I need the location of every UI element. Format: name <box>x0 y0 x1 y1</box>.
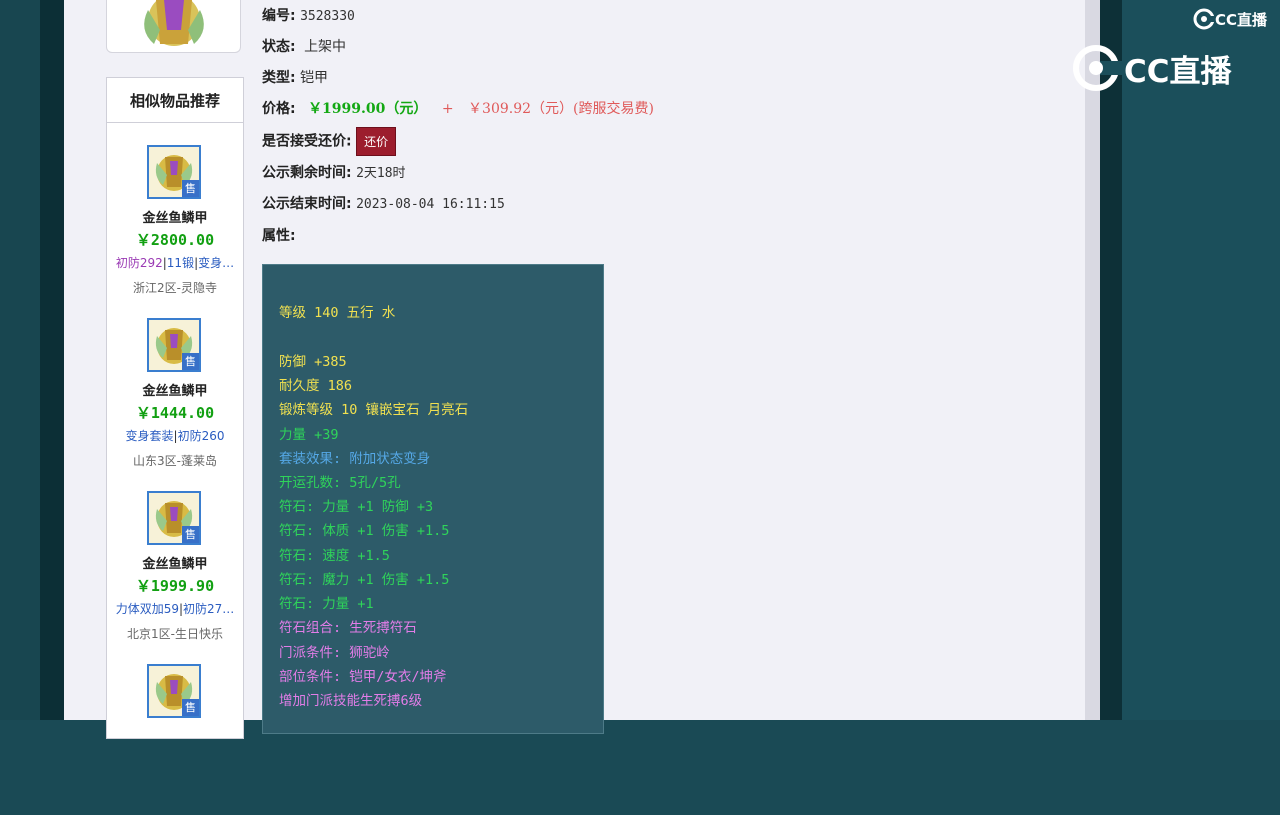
sale-badge: 售 <box>182 526 199 543</box>
id-label: 编号: <box>262 8 296 24</box>
item-thumbnail[interactable]: 售 <box>147 318 201 372</box>
type-label: 类型: <box>262 70 296 86</box>
bargain-label: 是否接受还价: <box>262 133 352 150</box>
list-item[interactable]: 售 <box>107 642 243 815</box>
item-server: 浙江2区-灵隐寺 <box>133 281 217 295</box>
sale-badge: 售 <box>182 180 199 197</box>
left-background <box>0 0 40 720</box>
attr-line: 符石: 力量 +1 防御 +3 <box>279 499 434 515</box>
similar-items-sidebar: 相似物品推荐 售 金丝鱼鳞甲 ￥2800.00 初防292|11锻|变身… 浙江… <box>106 77 244 739</box>
item-thumbnail[interactable]: 售 <box>147 664 201 718</box>
attr-row: 属性: <box>262 225 296 245</box>
remaining-row: 公示剩余时间: 2天18时 <box>262 162 406 182</box>
cc-live-logo-large: CC直播 <box>1070 42 1232 94</box>
item-name[interactable]: 金丝鱼鳞甲 <box>107 207 243 226</box>
attr-line: 部位条件: 铠甲/女衣/坤斧 <box>279 669 447 685</box>
item-tag: 力体双加59 <box>115 602 179 616</box>
attr-line: 等级 140 五行 水 <box>279 305 396 321</box>
item-tag: 初防27… <box>183 602 235 616</box>
item-tag: 变身… <box>198 256 235 270</box>
armor-icon <box>143 0 204 46</box>
item-server: 北京1区-生日快乐 <box>127 627 223 641</box>
list-item[interactable]: 售 金丝鱼鳞甲 ￥2800.00 初防292|11锻|变身… 浙江2区-灵隐寺 <box>107 123 243 296</box>
attr-line: 增加门派技能生死搏6级 <box>279 693 423 709</box>
item-tags: 初防292|11锻|变身… <box>115 256 235 270</box>
list-item[interactable]: 售 金丝鱼鳞甲 ￥1999.90 力体双加59|初防27… 北京1区-生日快乐 <box>107 469 243 642</box>
attr-line: 防御 +385 <box>279 354 347 370</box>
status-label: 状态: <box>262 39 296 55</box>
attr-line: 符石组合: 生死搏符石 <box>279 620 417 636</box>
item-name[interactable]: 金丝鱼鳞甲 <box>107 553 243 572</box>
attr-line: 力量 +39 <box>279 427 339 443</box>
item-price: ￥1444.00 <box>135 404 215 422</box>
attr-line: 符石: 魔力 +1 伤害 +1.5 <box>279 572 450 588</box>
item-price: ￥2800.00 <box>135 231 215 249</box>
sale-badge: 售 <box>182 353 199 370</box>
id-value: 3528330 <box>300 9 355 24</box>
attr-label: 属性: <box>262 228 296 244</box>
price-plus: + <box>441 101 454 117</box>
price-value: ￥1999.00（元） <box>308 101 428 117</box>
cc-logo-icon <box>1073 45 1122 91</box>
item-tag: 初防260 <box>177 429 225 443</box>
attributes-panel: 等级 140 五行 水 防御 +385 耐久度 186 锻炼等级 10 镶嵌宝石… <box>262 264 604 734</box>
item-server: 山东3区-蓬莱岛 <box>133 454 217 468</box>
cc-logo-icon <box>1193 8 1215 30</box>
attr-line: 锻炼等级 10 镶嵌宝石 月亮石 <box>279 402 469 418</box>
page-right-edge <box>1085 0 1100 720</box>
type-value: 铠甲 <box>300 70 329 86</box>
attr-line: 耐久度 186 <box>279 378 353 394</box>
attr-line: 开运孔数: 5孔/5孔 <box>279 475 401 491</box>
bargain-row: 是否接受还价: 还价 <box>262 127 397 156</box>
item-tag: 11锻 <box>166 256 195 270</box>
logo-text: CC直播 <box>1215 10 1268 29</box>
attr-line: 符石: 力量 +1 <box>279 596 374 612</box>
item-tags: 力体双加59|初防27… <box>115 602 235 616</box>
right-border <box>1100 0 1122 720</box>
attr-line: 门派条件: 狮驼岭 <box>279 645 390 661</box>
id-row: 编号: 3528330 <box>262 5 355 25</box>
end-time-row: 公示结束时间: 2023-08-04 16:11:15 <box>262 193 505 213</box>
type-row: 类型: 铠甲 <box>262 67 328 87</box>
status-row: 状态: 上架中 <box>262 36 346 56</box>
sidebar-title: 相似物品推荐 <box>107 78 243 123</box>
attr-line: 符石: 速度 +1.5 <box>279 548 390 564</box>
item-tag: 初防292 <box>115 256 163 270</box>
left-border <box>40 0 64 720</box>
status-value: 上架中 <box>304 39 347 55</box>
item-price: ￥1999.90 <box>135 577 215 595</box>
end-time-label: 公示结束时间: <box>262 196 352 212</box>
attr-line: 套装效果: 附加状态变身 <box>279 451 431 467</box>
item-tags: 变身套装|初防260 <box>125 429 225 443</box>
item-thumbnail[interactable]: 售 <box>147 491 201 545</box>
item-tag: 变身套装 <box>125 429 174 443</box>
counter-offer-button[interactable]: 还价 <box>356 127 397 156</box>
fee-value: ￥309.92（元）(跨服交易费) <box>468 101 654 117</box>
item-name[interactable]: 金丝鱼鳞甲 <box>107 380 243 399</box>
list-item[interactable]: 售 金丝鱼鳞甲 ￥1444.00 变身套装|初防260 山东3区-蓬莱岛 <box>107 296 243 469</box>
logo-text: CC直播 <box>1124 53 1232 90</box>
remaining-value: 2天18时 <box>356 166 406 181</box>
item-thumbnail[interactable]: 售 <box>147 145 201 199</box>
sale-badge: 售 <box>182 699 199 716</box>
cc-live-logo-small: CC直播 <box>1193 8 1267 30</box>
price-label: 价格: <box>262 101 296 117</box>
right-background <box>1122 0 1280 720</box>
attr-line: 符石: 体质 +1 伤害 +1.5 <box>279 523 450 539</box>
end-time-value: 2023-08-04 16:11:15 <box>356 197 505 212</box>
item-image <box>106 0 241 53</box>
remaining-label: 公示剩余时间: <box>262 165 352 181</box>
price-row: 价格: ￥1999.00（元） + ￥309.92（元）(跨服交易费) <box>262 98 654 118</box>
